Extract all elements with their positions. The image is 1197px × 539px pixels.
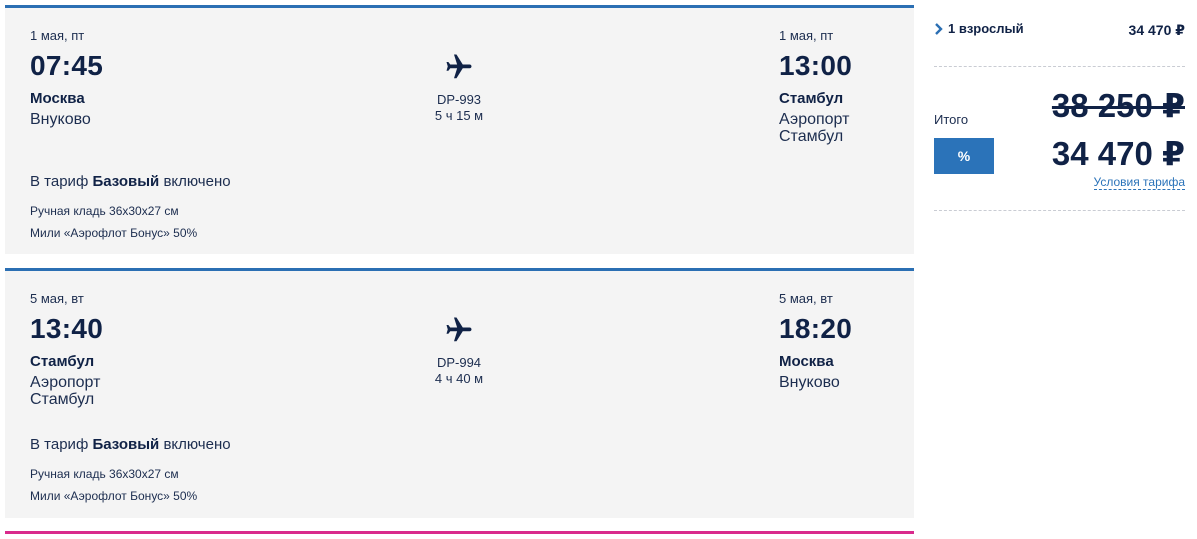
- flight-segment-card: 1 мая, пт 07:45 Москва Внуково DP-993 5 …: [5, 5, 914, 254]
- tariff-conditions-link[interactable]: Условия тарифа: [1093, 175, 1185, 190]
- feature-item: Ручная кладь 36x30x27 см: [30, 467, 179, 481]
- arrival-city: Стамбул: [779, 90, 844, 107]
- divider: [934, 210, 1185, 211]
- departure-airport: Аэропорт Стамбул: [30, 374, 101, 408]
- tariff-suffix: включено: [163, 173, 231, 190]
- departure-airport: Внуково: [30, 111, 91, 128]
- feature-item: Ручная кладь 36x30x27 см: [30, 204, 179, 218]
- bottom-accent-divider: [5, 531, 914, 534]
- passenger-toggle[interactable]: 1 взрослый: [934, 21, 1024, 36]
- feature-item: Мили «Аэрофлот Бонус» 50%: [30, 226, 198, 240]
- airplane-icon: [446, 317, 472, 342]
- tariff-name: Базовый: [92, 436, 160, 453]
- total-price: 34 470 ₽: [1051, 135, 1185, 172]
- arrival-date: 5 мая, вт: [779, 291, 833, 306]
- departure-time: 13:40: [30, 313, 104, 344]
- arrival-time: 18:20: [779, 313, 853, 344]
- feature-item: Мили «Аэрофлот Бонус» 50%: [30, 489, 198, 503]
- discount-button[interactable]: %: [934, 138, 994, 174]
- arrival-airport: Внуково: [779, 374, 840, 391]
- old-price: 38 250 ₽: [1051, 87, 1185, 124]
- flight-duration: 4 ч 40 м: [434, 371, 484, 386]
- divider: [934, 66, 1185, 67]
- departure-city: Стамбул: [30, 353, 95, 370]
- departure-date: 1 мая, пт: [30, 28, 85, 43]
- chevron-right-icon: [935, 22, 943, 35]
- tariff-prefix: В тариф: [30, 173, 89, 190]
- arrival-date: 1 мая, пт: [779, 28, 834, 43]
- departure-date: 5 мая, вт: [30, 291, 84, 306]
- tariff-suffix: включено: [163, 436, 231, 453]
- flight-info: DP-994 4 ч 40 м: [399, 315, 519, 386]
- passenger-price: 34 470 ₽: [1128, 22, 1185, 38]
- tariff-line: В тариф Базовый включено: [30, 173, 231, 190]
- departure-time: 07:45: [30, 50, 104, 81]
- flight-duration: 5 ч 15 м: [434, 108, 484, 123]
- flight-info: DP-993 5 ч 15 м: [399, 52, 519, 123]
- passenger-label: 1 взрослый: [948, 21, 1024, 36]
- arrival-city: Москва: [779, 353, 834, 370]
- airplane-icon: [446, 54, 472, 79]
- flight-number: DP-994: [436, 355, 482, 370]
- tariff-name: Базовый: [92, 173, 160, 190]
- flight-segment-card: 5 мая, вт 13:40 Стамбул Аэропорт Стамбул…: [5, 268, 914, 518]
- tariff-prefix: В тариф: [30, 436, 89, 453]
- tariff-line: В тариф Базовый включено: [30, 436, 231, 453]
- flight-number: DP-993: [436, 92, 482, 107]
- arrival-time: 13:00: [779, 50, 853, 81]
- arrival-airport: Аэропорт Стамбул: [779, 111, 850, 145]
- departure-city: Москва: [30, 90, 85, 107]
- total-label: Итого: [934, 112, 969, 127]
